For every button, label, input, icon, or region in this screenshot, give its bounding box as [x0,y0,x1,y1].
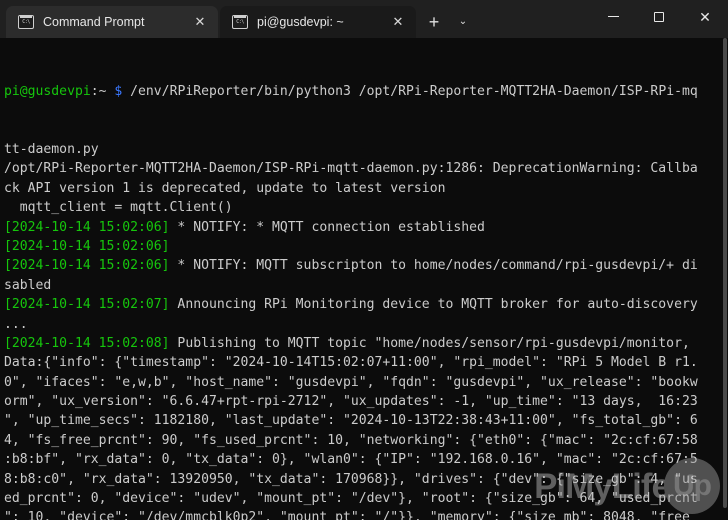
window-titlebar: C:\ Command Prompt ✕ C:\ pi@gusdevpi: ~ … [0,0,728,38]
log-text: ": 10, "device": "/dev/mmcblk0p2", "moun… [4,510,698,520]
close-window-button[interactable]: ✕ [682,0,728,33]
log-timestamp: [2024-10-14 15:02:07] [4,297,170,313]
log-timestamp: [2024-10-14 15:02:08] [4,335,170,351]
console-icon: C:\ [232,15,248,29]
log-timestamp: [2024-10-14 15:02:06] [4,258,170,274]
log-text: /opt/RPi-Reporter-MQTT2HA-Daemon/ISP-RPi… [4,161,698,177]
log-text: 0", "ifaces": "e,w,b", "host_name": "gus… [4,374,698,390]
terminal-line: 0", "ifaces": "e,w,b", "host_name": "gus… [4,373,728,392]
scrollbar[interactable] [722,38,728,520]
terminal-line: ed_prcnt": 0, "device": "udev", "mount_p… [4,489,728,508]
log-text: Announcing RPi Monitoring device to MQTT… [169,297,698,313]
terminal-line: :b8:bf", "rx_data": 0, "tx_data": 0}, "w… [4,450,728,469]
tab-pi-gusdevpi[interactable]: C:\ pi@gusdevpi: ~ ✕ [220,6,416,38]
terminal-line: sabled [4,276,728,295]
terminal-line: ", "up_time_secs": 1182180, "last_update… [4,411,728,430]
prompt-line: pi@gusdevpi:~ $ /env/RPiReporter/bin/pyt… [4,82,728,101]
terminal-line: 4, "fs_free_prcnt": 90, "fs_used_prcnt":… [4,431,728,450]
terminal-line: 8:b8:c0", "rx_data": 13920950, "tx_data"… [4,470,728,489]
terminal-line: ck API version 1 is deprecated, update t… [4,179,728,198]
log-text: orm", "ux_version": "6.6.47+rpt-rpi-2712… [4,394,698,410]
terminal-line: [2024-10-14 15:02:06] * NOTIFY: MQTT sub… [4,256,728,275]
log-text: 4, "fs_free_prcnt": 90, "fs_used_prcnt":… [4,432,698,448]
terminal-line: Data:{"info": {"timestamp": "2024-10-14T… [4,353,728,372]
console-icon: C:\ [18,15,34,29]
terminal-line: /opt/RPi-Reporter-MQTT2HA-Daemon/ISP-RPi… [4,159,728,178]
log-text: ck API version 1 is deprecated, update t… [4,180,446,196]
close-icon[interactable]: ✕ [386,10,410,34]
maximize-button[interactable] [636,0,682,33]
log-timestamp: [2024-10-14 15:02:06] [4,238,170,254]
prompt-command: /env/RPiReporter/bin/python3 /opt/RPi-Re… [122,83,698,99]
tab-command-prompt[interactable]: C:\ Command Prompt ✕ [6,6,218,38]
terminal-line: tt-daemon.py [4,140,728,159]
prompt-user-host: pi@gusdevpi [4,83,91,99]
log-text: ed_prcnt": 0, "device": "udev", "mount_p… [4,491,698,507]
terminal-line: [2024-10-14 15:02:06] * NOTIFY: * MQTT c… [4,218,728,237]
terminal-line: ": 10, "device": "/dev/mmcblk0p2", "moun… [4,508,728,520]
new-tab-button[interactable]: + [418,6,450,38]
log-text: ... [4,316,28,332]
terminal-line: orm", "ux_version": "6.6.47+rpt-rpi-2712… [4,392,728,411]
log-text: Data:{"info": {"timestamp": "2024-10-14T… [4,355,698,371]
log-text: * NOTIFY: MQTT subscripton to home/nodes… [169,258,698,274]
tab-title: Command Prompt [43,15,145,29]
log-text: :b8:bf", "rx_data": 0, "tx_data": 0}, "w… [4,452,698,468]
scrollbar-thumb[interactable] [723,38,727,508]
close-icon[interactable]: ✕ [188,10,212,34]
log-text: mqtt_client = mqtt.Client() [4,200,233,216]
terminal-line: mqtt_client = mqtt.Client() [4,198,728,217]
terminal-log-lines: tt-daemon.py/opt/RPi-Reporter-MQTT2HA-Da… [4,140,728,520]
terminal-line: [2024-10-14 15:02:06] [4,237,728,256]
chevron-down-icon[interactable]: ⌄ [450,6,476,38]
tab-title: pi@gusdevpi: ~ [257,15,344,29]
log-timestamp: [2024-10-14 15:02:06] [4,219,170,235]
terminal-output: pi@gusdevpi:~ $ /env/RPiReporter/bin/pyt… [4,43,728,520]
log-text: tt-daemon.py [4,142,99,158]
window-controls: ✕ [590,0,728,33]
log-text: ", "up_time_secs": 1182180, "last_update… [4,413,698,429]
log-text: * NOTIFY: * MQTT connection established [169,219,485,235]
terminal-pane[interactable]: pi@gusdevpi:~ $ /env/RPiReporter/bin/pyt… [0,38,728,520]
terminal-line: [2024-10-14 15:02:08] Publishing to MQTT… [4,334,728,353]
log-text: sabled [4,277,52,293]
terminal-line: ... [4,315,728,334]
log-text: Publishing to MQTT topic "home/nodes/sen… [169,335,690,351]
prompt-separator: :~ [90,83,115,99]
terminal-line: [2024-10-14 15:02:07] Announcing RPi Mon… [4,295,728,314]
minimize-button[interactable] [590,0,636,33]
log-text: 8:b8:c0", "rx_data": 13920950, "tx_data"… [4,471,698,487]
tab-strip: C:\ Command Prompt ✕ C:\ pi@gusdevpi: ~ … [6,0,476,38]
close-icon: ✕ [699,8,711,25]
